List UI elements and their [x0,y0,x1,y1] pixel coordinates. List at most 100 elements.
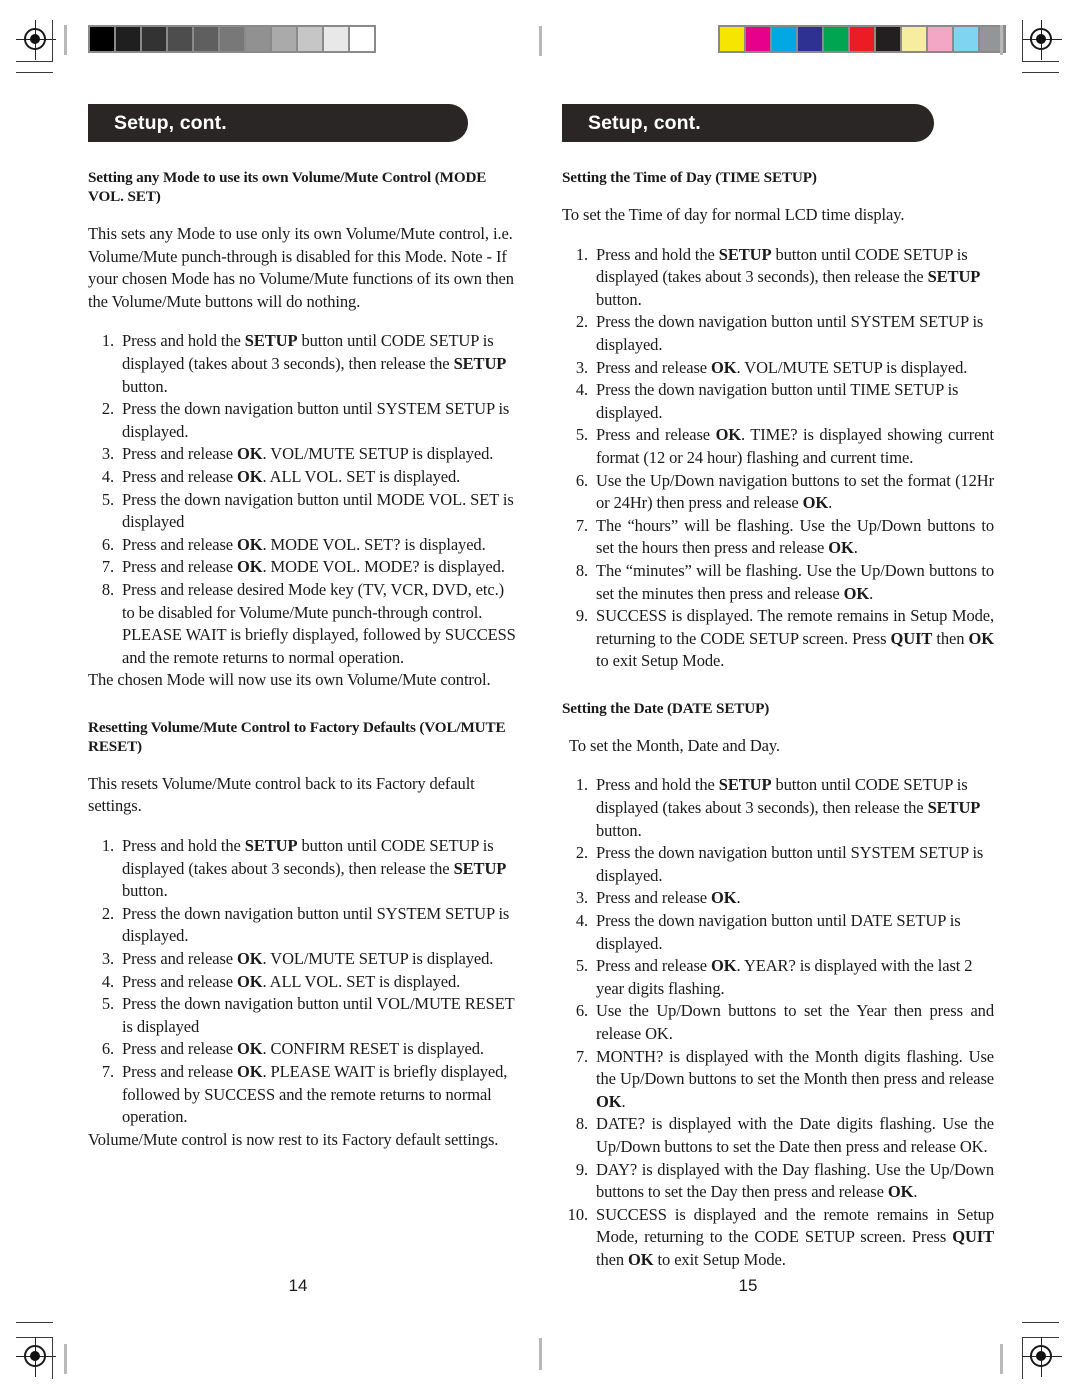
step-number: 6. [101,534,114,554]
section-heading-vol-mute-reset: Resetting Volume/Mute Control to Factory… [88,718,506,755]
step-text: Press and hold the SETUP button until CO… [596,775,981,840]
color-control-bar [718,25,1006,53]
step-item: 6. Press and release OK. CONFIRM RESET is… [88,1038,518,1061]
registration-dot [1036,1351,1046,1361]
step-item: 5. Press and release OK. TIME? is display… [562,424,994,469]
step-item: 4. Press the down navigation button until… [562,379,994,424]
crop-line-top-right-horizontal [1022,61,1059,62]
step-text: Press and release OK. ALL VOL. SET is di… [122,466,461,486]
step-item: 3. Press and release OK. [562,887,994,910]
step-text: Press the down navigation button until S… [122,399,510,441]
steps-list-time-setup: 1. Press and hold the SETUP button until … [562,244,994,673]
step-item: 8. Press and release desired Mode key (TV… [88,579,518,669]
registration-dot [1036,34,1046,44]
step-item: 2. Press the down navigation button until… [88,398,518,443]
step-number: 4. [101,971,114,991]
step-item: 1. Press and hold the SETUP button until … [562,244,994,312]
page-number-right: 15 [738,1276,758,1295]
step-text: Press and release OK. PLEASE WAIT is bri… [122,1062,508,1127]
grayscale-step-wedge [88,25,376,53]
crop-line-top-left-lower [16,72,53,73]
step-item: 5. Press the down navigation button until… [88,489,518,534]
step-item: 6. Use the Up/Down buttons to set the Yea… [562,1000,994,1045]
step-item: 3. Press and release OK. VOL/MUTE SETUP i… [88,443,518,466]
step-item: 7. MONTH? is displayed with the Month dig… [562,1046,994,1114]
step-text: Press and release desired Mode key (TV, … [122,579,516,667]
step-number: 3. [101,949,114,969]
gray-patch-4 [194,27,218,51]
gray-patch-5 [220,27,244,51]
step-number: 3. [575,888,588,908]
step-number: 2. [575,312,588,332]
step-number: 1. [101,836,114,856]
trim-tick-top-left [64,25,67,55]
step-number: 9. [575,1159,588,1179]
step-text: Press the down navigation button until S… [596,312,984,354]
step-item: 8. DATE? is displayed with the Date digit… [562,1113,994,1158]
step-number: 8. [101,579,114,599]
step-item: 1. Press and hold the SETUP button until … [88,835,518,903]
step-text: Press the down navigation button until S… [596,843,984,885]
step-item: 9. SUCCESS is displayed. The remote remai… [562,605,994,673]
crop-line-top-left-vertical [52,20,53,62]
trim-tick-top-right [1000,25,1003,55]
step-text: The “hours” will be flashing. Use the Up… [596,515,994,558]
crop-line-top-left-horizontal [16,61,53,62]
step-number: 4. [575,380,588,400]
step-item: 7. Press and release OK. MODE VOL. MODE? … [88,556,518,579]
gray-patch-0 [90,27,114,51]
step-item: 3. Press and release OK. VOL/MUTE SETUP i… [88,948,518,971]
color-patch-9 [954,27,978,51]
page-right: Setup, cont. Setting the Time of Day (TI… [562,104,994,1272]
step-number: 4. [575,911,588,931]
step-text: Press and release OK. CONFIRM RESET is d… [122,1039,484,1059]
step-text: Press the down navigation button until D… [596,911,961,953]
section-heading-mode-vol-set: Setting any Mode to use its own Volume/M… [88,169,487,205]
step-text: Press and release OK. [596,888,741,908]
color-patch-7 [902,27,926,51]
color-patch-6 [876,27,900,51]
step-number: 5. [101,994,114,1014]
registration-mark-bottom-left [16,1337,56,1377]
trim-tick-bottom-right [1000,1344,1003,1374]
step-item: 10. SUCCESS is displayed and the remote r… [562,1204,994,1272]
page-header-banner-left: Setup, cont. [88,104,468,142]
color-patch-8 [928,27,952,51]
step-text: Use the Up/Down navigation buttons to se… [596,470,994,513]
color-patch-5 [850,27,874,51]
section-intro-time-setup: To set the Time of day for normal LCD ti… [562,205,905,224]
registration-mark-top-right [1022,20,1062,60]
crop-line-bottom-left-upper [16,1322,53,1323]
gray-patch-3 [168,27,192,51]
step-item: 4. Press and release OK. ALL VOL. SET is … [88,971,518,994]
step-number: 5. [101,489,114,509]
step-number: 7. [101,557,114,577]
section-heading-time-setup: Setting the Time of Day (TIME SETUP) [562,169,817,186]
step-text: Press the down navigation button until S… [122,903,510,946]
step-number: 7. [101,1062,114,1081]
page-title-left: Setup, cont. [114,111,227,134]
section-outro-mode-vol-set: The chosen Mode will now use its own Vol… [88,670,491,690]
step-text: Press and hold the SETUP button until CO… [122,836,507,901]
step-text: Press and release OK. MODE VOL. MODE? is… [122,557,505,577]
gray-patch-10 [350,27,374,51]
step-item: 6. Press and release OK. MODE VOL. SET? i… [88,534,518,557]
step-item: 1. Press and hold the SETUP button until … [88,330,518,398]
step-number: 6. [101,1039,114,1059]
step-text: Press and hold the SETUP button until CO… [596,244,981,309]
steps-list-vol-mute-reset: 1. Press and hold the SETUP button until … [88,835,518,1129]
step-text: Press the down navigation button until T… [596,380,959,422]
step-number: 1. [575,775,588,795]
step-item: 3. Press and release OK. VOL/MUTE SETUP i… [562,357,994,380]
step-number: 6. [575,1001,588,1021]
gray-patch-2 [142,27,166,51]
crop-line-bottom-right-upper [1022,1322,1059,1323]
step-item: 8. The “minutes” will be flashing. Use th… [562,560,994,605]
step-text: Use the Up/Down buttons to set the Year … [596,1001,994,1043]
registration-dot [30,34,40,44]
step-item: 1. Press and hold the SETUP button until … [562,774,994,842]
step-item: 4. Press and release OK. ALL VOL. SET is … [88,466,518,489]
step-text: Press and release OK. VOL/MUTE SETUP is … [122,949,494,969]
step-number: 5. [575,956,588,976]
step-number: 4. [101,466,114,486]
